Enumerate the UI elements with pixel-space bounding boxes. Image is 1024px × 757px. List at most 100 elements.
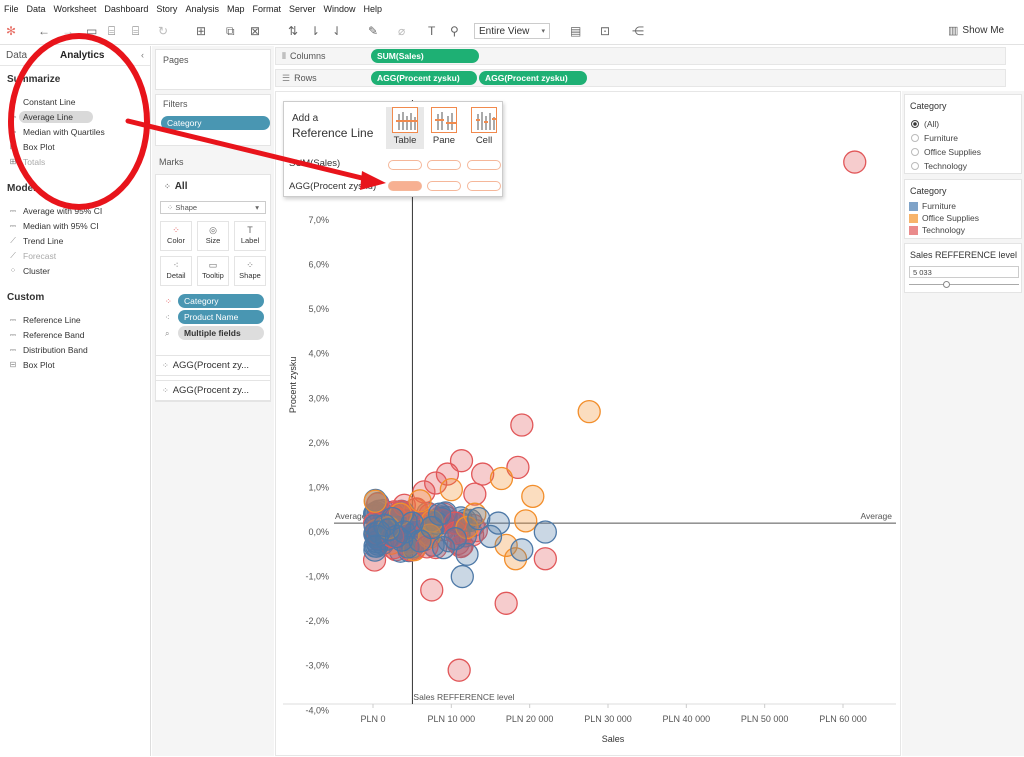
drop-target-table-procent[interactable] <box>388 181 422 191</box>
columns-pill-sum-sales[interactable]: SUM(Sales) <box>371 49 479 63</box>
drop-target-table-sales[interactable] <box>388 160 422 170</box>
refpop-row-sum-sales: SUM(Sales) <box>289 158 341 169</box>
parameter-slider[interactable] <box>909 281 1019 288</box>
filter-option-all[interactable]: (All) <box>911 119 939 129</box>
menu-item[interactable]: Map <box>223 4 249 14</box>
menu-item[interactable]: Window <box>320 4 360 14</box>
legend-item-furniture[interactable]: Furniture <box>909 201 956 211</box>
filter-option-office-supplies[interactable]: Office Supplies <box>911 147 981 157</box>
tab-data[interactable]: Data <box>6 50 27 61</box>
undo-icon[interactable]: ← <box>38 24 50 38</box>
legend-item-office-supplies[interactable]: Office Supplies <box>909 213 979 223</box>
analytics-item-custom-box-plot[interactable]: ⊟ Box Plot <box>8 358 55 371</box>
group-icon[interactable]: ⌀ <box>398 24 405 38</box>
duplicate-icon[interactable]: ⧉ <box>226 24 235 38</box>
parameter-value-input[interactable]: 5 033 <box>909 266 1019 278</box>
x-axis-title: Sales <box>602 734 625 744</box>
marks-card-agg-1[interactable]: ⁘ AGG(Procent zy... <box>155 355 271 376</box>
pause-updates-icon[interactable]: ⌸ <box>132 24 139 38</box>
highlight-icon[interactable]: ✎ <box>368 24 378 38</box>
sort-descending-icon[interactable]: ⇃ <box>332 24 342 38</box>
analytics-item-reference-band[interactable]: ⎓ Reference Band <box>8 328 85 341</box>
menu-item[interactable]: Story <box>152 4 181 14</box>
menu-item[interactable]: Worksheet <box>50 4 101 14</box>
marks-card-agg-2[interactable]: ⁘ AGG(Procent zy... <box>155 380 271 401</box>
analytics-item-median-ci[interactable]: ⎓ Median with 95% CI <box>8 219 99 232</box>
scope-table[interactable]: Table <box>386 107 424 149</box>
marks-detail-button[interactable]: ⁖ Detail <box>160 256 192 286</box>
menu-item[interactable]: Format <box>248 4 285 14</box>
filters-card[interactable]: Filters Category <box>155 94 271 146</box>
y-tick-label: 5,0% <box>308 304 329 314</box>
mark-pill-product-name[interactable]: Product Name <box>178 310 264 324</box>
marks-card-agg-label: AGG(Procent zy... <box>172 385 250 396</box>
menu-item[interactable]: Analysis <box>181 4 223 14</box>
analytics-item-trend-line[interactable]: ⟋ Trend Line <box>8 234 63 247</box>
fit-view-select[interactable]: Entire View ▾ <box>474 23 550 39</box>
tableau-logo-icon[interactable]: ✻ <box>6 24 16 38</box>
mark-pill-category[interactable]: Category <box>178 294 264 308</box>
chevron-down-icon: ▾ <box>255 203 259 212</box>
clear-sheet-icon[interactable]: ⊠ <box>250 24 260 38</box>
rows-pill-agg-2[interactable]: AGG(Procent zysku) <box>479 71 587 85</box>
marks-all-label[interactable]: ⁘ All <box>164 181 187 192</box>
marks-tooltip-button[interactable]: ▭ Tooltip <box>197 256 229 286</box>
rows-shelf[interactable]: ☰ Rows AGG(Procent zysku) AGG(Procent zys… <box>275 69 1006 87</box>
pin-icon[interactable]: ⚲ <box>450 24 459 38</box>
cluster-icon: ⁘ <box>9 266 17 275</box>
y-tick-label: 0,0% <box>308 527 329 537</box>
analytics-item-distribution-band[interactable]: ⎓ Distribution Band <box>8 343 88 356</box>
menu-item[interactable]: File <box>0 4 23 14</box>
collapse-pane-icon[interactable]: ‹ <box>141 50 144 60</box>
marks-expand-icon: ⁘ <box>162 361 169 370</box>
mark-pill-label: Category <box>184 296 219 306</box>
shape-icon: ⁘ <box>246 260 254 270</box>
menu-item[interactable]: Data <box>23 4 50 14</box>
pages-title: Pages <box>163 55 189 65</box>
scope-label: Pane <box>432 135 456 146</box>
pages-card[interactable]: Pages <box>155 49 271 90</box>
marks-size-button[interactable]: ◎ Size <box>197 221 229 251</box>
scatter-point-furniture <box>467 506 491 531</box>
show-cards-icon[interactable]: ▤ <box>570 24 581 38</box>
slider-handle[interactable] <box>943 281 950 288</box>
share-icon[interactable]: ⋲ <box>632 24 644 38</box>
marks-color-button[interactable]: ⁘ Color <box>160 221 192 251</box>
analytics-item-label: Cluster <box>23 265 50 276</box>
filter-option-technology[interactable]: Technology <box>911 161 967 171</box>
x-tick-label: PLN 50 000 <box>741 714 789 724</box>
menu-item[interactable]: Dashboard <box>100 4 152 14</box>
drop-target-cell-procent[interactable] <box>467 181 501 191</box>
scope-cell[interactable]: Cell <box>465 107 503 149</box>
filter-option-furniture[interactable]: Furniture <box>911 133 958 143</box>
analytics-item-cluster[interactable]: ⁘ Cluster <box>8 264 50 277</box>
rows-pill-agg-1[interactable]: AGG(Procent zysku) <box>371 71 477 85</box>
scatter-point-furniture <box>380 506 405 531</box>
mark-type-select[interactable]: ⁘ Shape ▾ <box>160 201 266 214</box>
filter-option-label: Technology <box>924 161 968 171</box>
marks-shape-button[interactable]: ⁘ Shape <box>234 256 266 286</box>
sort-ascending-icon[interactable]: ⇂ <box>310 24 320 38</box>
marks-label-button[interactable]: T Label <box>234 221 266 251</box>
drop-target-cell-sales[interactable] <box>467 160 501 170</box>
drop-target-pane-sales[interactable] <box>427 160 461 170</box>
show-me-button[interactable]: ▥ Show Me <box>948 24 1004 37</box>
scope-pane[interactable]: Pane <box>425 107 463 149</box>
drop-target-pane-procent[interactable] <box>427 181 461 191</box>
marks-button-label: Detail <box>166 271 186 280</box>
labels-icon[interactable]: T <box>428 24 435 38</box>
filter-pill-category[interactable]: Category <box>161 116 270 130</box>
swap-axes-icon[interactable]: ⇅ <box>288 24 298 38</box>
menu-item[interactable]: Server <box>285 4 320 14</box>
legend-swatch <box>909 213 918 223</box>
analytics-item-reference-line[interactable]: ⎓ Reference Line <box>8 313 81 326</box>
mark-pill-multiple-fields[interactable]: Multiple fields <box>178 326 264 340</box>
new-datasource-icon[interactable]: ⌸ <box>108 24 115 38</box>
menu-item[interactable]: Help <box>360 4 387 14</box>
presentation-icon[interactable]: ⊡ <box>600 24 610 38</box>
columns-shelf[interactable]: ⦀ Columns SUM(Sales) <box>275 47 1006 65</box>
new-worksheet-icon[interactable]: ⊞ <box>196 24 206 38</box>
scatter-point-technology <box>494 591 518 615</box>
legend-item-technology[interactable]: Technology <box>909 225 965 235</box>
refresh-icon[interactable]: ↻ <box>158 24 168 38</box>
